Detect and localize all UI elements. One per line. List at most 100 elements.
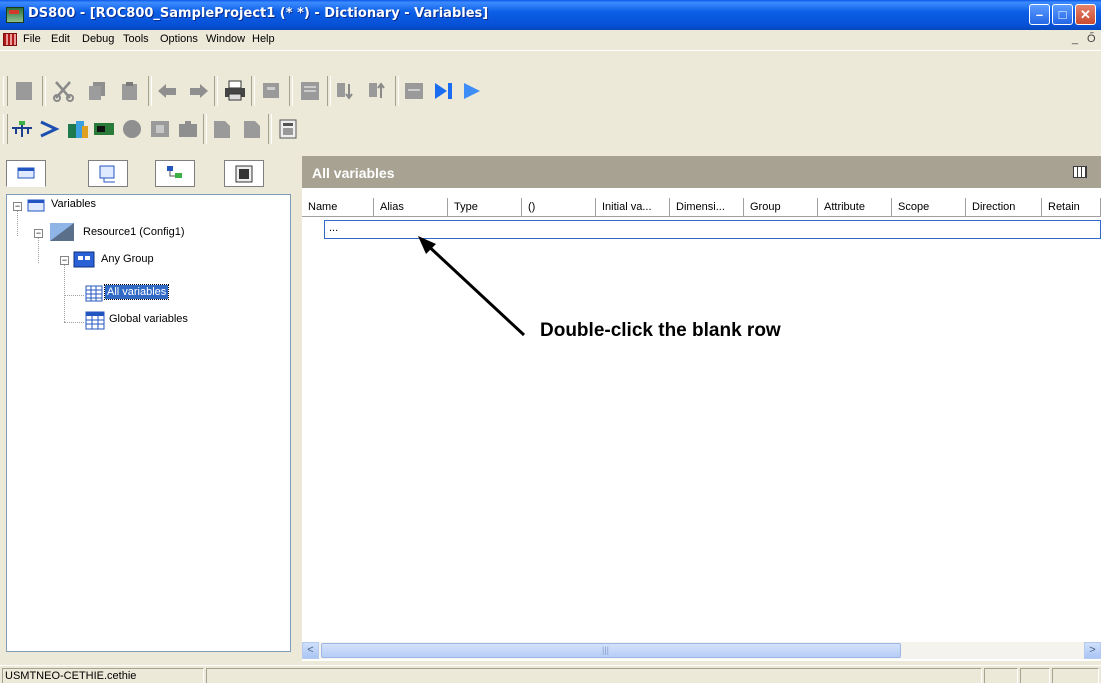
- circle-icon[interactable]: [120, 118, 144, 140]
- collapse-toggle[interactable]: −: [34, 229, 43, 238]
- step-icon[interactable]: [432, 80, 456, 102]
- panel-tab[interactable]: [224, 160, 264, 187]
- column-header-parens[interactable]: (): [522, 198, 596, 216]
- variables-icon: [27, 199, 45, 212]
- paste-icon[interactable]: [118, 80, 142, 102]
- menu-edit[interactable]: Edit: [51, 33, 70, 45]
- minimize-button[interactable]: –: [1029, 4, 1050, 25]
- horizontal-scrollbar[interactable]: < >: [302, 642, 1101, 659]
- menu-debug[interactable]: Debug: [82, 33, 114, 45]
- tree-label: Any Group: [101, 253, 154, 265]
- print-icon[interactable]: [223, 80, 247, 102]
- menu-tools[interactable]: Tools: [123, 33, 149, 45]
- annotation-text: Double-click the blank row: [540, 320, 781, 341]
- panel-title: All variables: [312, 165, 395, 181]
- tree-node-global-variables[interactable]: Global variables: [7, 309, 287, 331]
- mdi-restore-button[interactable]: Ő: [1087, 33, 1096, 45]
- library-icon[interactable]: [66, 118, 90, 140]
- title-bar[interactable]: DS800 - [ROC800_SampleProject1 (* *) - D…: [0, 0, 1101, 30]
- toolbar-separator: [203, 114, 207, 144]
- scroll-right-button[interactable]: >: [1084, 642, 1101, 659]
- hierarchy-tab[interactable]: [155, 160, 195, 187]
- left-panel: − Variables − Resource1 (Config1) − Any …: [0, 156, 296, 661]
- table-icon: [85, 285, 103, 302]
- undo-icon[interactable]: [156, 80, 180, 102]
- column-header-direction[interactable]: Direction: [966, 198, 1042, 216]
- collapse-toggle[interactable]: −: [60, 256, 69, 265]
- tree-label: Resource1 (Config1): [83, 226, 185, 238]
- app-icon[interactable]: [6, 7, 24, 23]
- column-header-name[interactable]: Name: [302, 198, 374, 216]
- run-icon[interactable]: [460, 80, 484, 102]
- column-header-group[interactable]: Group: [744, 198, 818, 216]
- status-pane: [1020, 668, 1050, 683]
- menu-options[interactable]: Options: [160, 33, 198, 45]
- close-button[interactable]: ✕: [1075, 4, 1096, 25]
- document2-icon[interactable]: [240, 118, 264, 140]
- grid-header: Name Alias Type () Initial va... Dimensi…: [302, 198, 1101, 217]
- window-title: DS800 - [ROC800_SampleProject1 (* *) - D…: [28, 6, 489, 21]
- scroll-left-button[interactable]: <: [302, 642, 319, 659]
- copy-icon[interactable]: [85, 80, 109, 102]
- toolbar-separator: [395, 76, 399, 106]
- board-icon[interactable]: [92, 118, 116, 140]
- tree-label: Global variables: [109, 313, 188, 325]
- grid-view-icon[interactable]: [402, 80, 426, 102]
- status-user: USMTNEO-CETHIE.cethie: [2, 668, 204, 683]
- document-icon[interactable]: [210, 118, 234, 140]
- column-header-scope[interactable]: Scope: [892, 198, 966, 216]
- row-name-cell[interactable]: ...: [329, 222, 338, 234]
- menu-bar: File Edit Debug Tools Options Window Hel…: [0, 30, 1101, 51]
- group-icon: [73, 251, 95, 268]
- puzzle-icon[interactable]: [176, 118, 200, 140]
- project-tree: − Variables − Resource1 (Config1) − Any …: [6, 194, 291, 652]
- maximize-button[interactable]: □: [1052, 4, 1073, 25]
- redo-icon[interactable]: [186, 80, 210, 102]
- document-menu-icon[interactable]: [3, 33, 17, 46]
- resource-icon: [50, 223, 74, 241]
- column-header-type[interactable]: Type: [448, 198, 522, 216]
- variables-tab[interactable]: [6, 160, 46, 187]
- global-table-icon: [85, 311, 105, 330]
- tree-node-any-group[interactable]: − Any Group: [7, 249, 287, 271]
- toolbar-separator: [327, 76, 331, 106]
- column-header-retain[interactable]: Retain: [1042, 198, 1101, 216]
- network-icon[interactable]: [10, 118, 34, 140]
- sort-descending-icon[interactable]: [366, 80, 390, 102]
- menu-file[interactable]: File: [23, 33, 41, 45]
- menu-help[interactable]: Help: [252, 33, 275, 45]
- menu-window[interactable]: Window: [206, 33, 245, 45]
- resources-tab[interactable]: [88, 160, 128, 187]
- collapse-toggle[interactable]: −: [13, 202, 22, 211]
- link-icon[interactable]: [38, 118, 62, 140]
- tree-node-variables[interactable]: − Variables: [7, 195, 287, 217]
- toolbar-separator: [251, 76, 255, 106]
- tree-node-resource1[interactable]: − Resource1 (Config1): [7, 221, 287, 243]
- application-window: DS800 - [ROC800_SampleProject1 (* *) - D…: [0, 0, 1101, 683]
- toolbar-grip[interactable]: [3, 76, 8, 106]
- tools-toolbar: [0, 110, 420, 148]
- column-header-initial-value[interactable]: Initial va...: [596, 198, 670, 216]
- tree-node-all-variables[interactable]: All variables: [7, 283, 287, 305]
- frame-icon[interactable]: [148, 118, 172, 140]
- main-toolbar: [0, 72, 650, 110]
- toolbar-separator: [289, 76, 293, 106]
- column-header-attribute[interactable]: Attribute: [818, 198, 892, 216]
- column-header-dimension[interactable]: Dimensi...: [670, 198, 744, 216]
- toolbar-grip[interactable]: [3, 114, 8, 144]
- status-bar: USMTNEO-CETHIE.cethie: [0, 665, 1101, 683]
- column-header-alias[interactable]: Alias: [374, 198, 448, 216]
- grid-layout-icon[interactable]: [1073, 166, 1087, 178]
- properties-icon[interactable]: [298, 80, 322, 102]
- status-pane: [984, 668, 1018, 683]
- toolbar-separator: [268, 114, 272, 144]
- cut-icon[interactable]: [52, 80, 76, 102]
- table-row[interactable]: ...: [324, 220, 1101, 239]
- mdi-minimize-button[interactable]: _: [1072, 33, 1078, 45]
- scroll-thumb[interactable]: [321, 643, 901, 658]
- find-icon[interactable]: [259, 80, 283, 102]
- new-icon[interactable]: [12, 80, 36, 102]
- calculator-icon[interactable]: [276, 118, 300, 140]
- status-pane: [206, 668, 982, 683]
- sort-ascending-icon[interactable]: [334, 80, 358, 102]
